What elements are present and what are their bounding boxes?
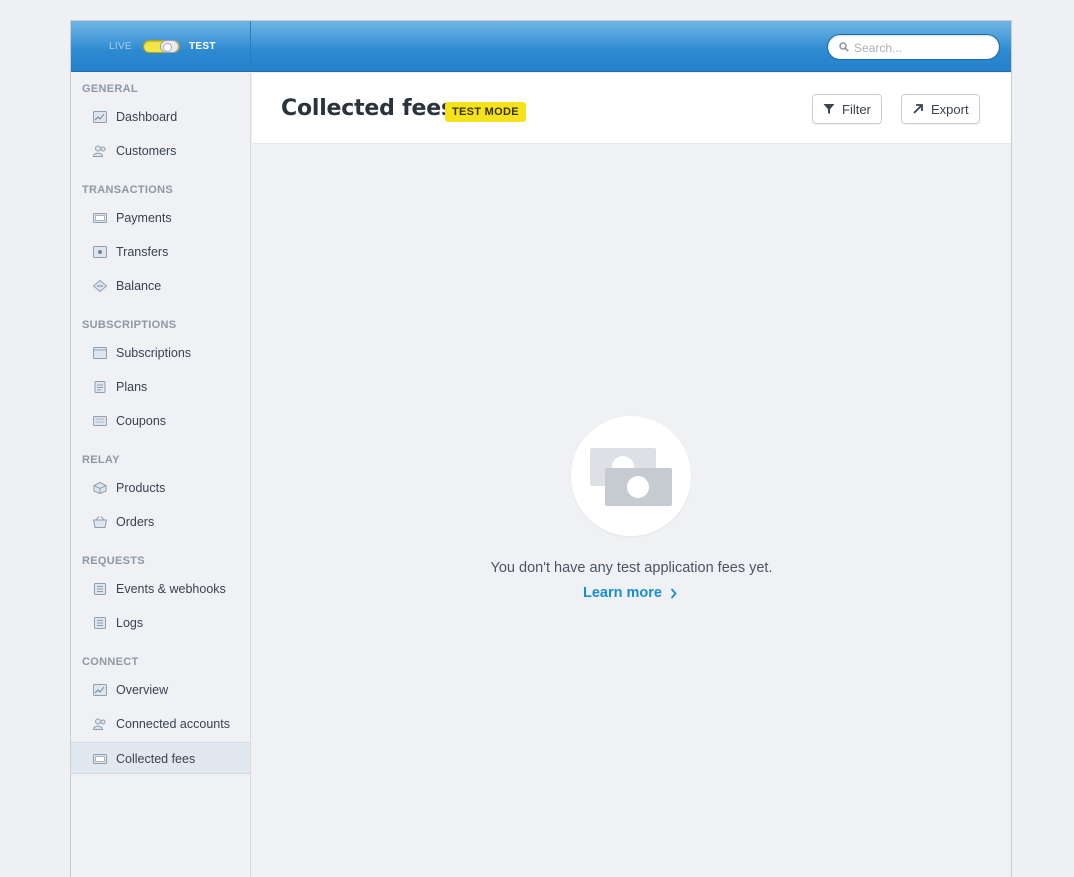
section-title-transactions: TRANSACTIONS	[82, 184, 173, 196]
sidebar-item-label: Logs	[116, 616, 144, 630]
export-label: Export	[931, 101, 969, 117]
sidebar-item-customers[interactable]: Customers	[71, 135, 250, 167]
connected-accounts-icon	[93, 718, 106, 730]
search-box[interactable]	[827, 34, 1000, 60]
section-title-general: GENERAL	[82, 83, 138, 95]
money-bills-icon	[590, 448, 672, 506]
sidebar-item-products[interactable]: Products	[71, 472, 250, 504]
mode-switcher: LIVE TEST	[71, 21, 251, 72]
toggle-knob	[160, 40, 179, 53]
page-title: Collected fees	[281, 96, 454, 121]
live-test-toggle[interactable]	[143, 40, 180, 53]
transfers-icon	[93, 246, 107, 258]
plans-icon	[94, 381, 106, 393]
sidebar-item-label: Events & webhooks	[116, 582, 226, 596]
sidebar-item-events-webhooks[interactable]: Events & webhooks	[71, 573, 250, 605]
sidebar-item-subscriptions[interactable]: Subscriptions	[71, 337, 250, 369]
section-title-subscriptions: SUBSCRIPTIONS	[82, 319, 177, 331]
export-arrow-icon	[913, 104, 923, 114]
sidebar-item-plans[interactable]: Plans	[71, 371, 250, 403]
sidebar-item-dashboard[interactable]: Dashboard	[71, 101, 250, 133]
sidebar-item-transfers[interactable]: Transfers	[71, 236, 250, 268]
export-button[interactable]: Export	[901, 94, 980, 124]
sidebar-item-overview[interactable]: Overview	[71, 674, 250, 706]
top-bar: LIVE TEST	[71, 21, 1011, 72]
search-input[interactable]	[854, 39, 994, 56]
sidebar-item-orders[interactable]: Orders	[71, 506, 250, 538]
products-icon	[93, 482, 107, 494]
sidebar: GENERAL Dashboard Customers TRANSACTIONS Pay…	[71, 73, 251, 877]
sidebar-item-label: Coupons	[116, 414, 167, 428]
empty-state-illustration	[571, 416, 691, 536]
events-icon	[94, 583, 106, 595]
page-header: Collected fees TEST MODE Filter Export	[252, 73, 1011, 144]
search-icon	[839, 42, 849, 52]
sidebar-item-coupons[interactable]: Coupons	[71, 405, 250, 437]
learn-more-label: Learn more	[583, 585, 662, 601]
app-window: LIVE TEST GENERAL Dashboard Customers TRANS…	[70, 20, 1012, 877]
test-mode-badge: TEST MODE	[445, 102, 526, 122]
sidebar-item-label: Customers	[116, 144, 177, 158]
sidebar-item-label: Payments	[116, 211, 172, 225]
learn-more-link[interactable]: Learn more	[583, 585, 677, 601]
empty-state-message: You don't have any test application fees…	[490, 560, 773, 576]
subscriptions-icon	[93, 347, 107, 359]
chevron-right-icon	[670, 587, 677, 599]
test-mode-label[interactable]: TEST	[189, 41, 216, 52]
dashboard-icon	[93, 111, 107, 123]
sidebar-item-label: Transfers	[116, 245, 169, 259]
logs-icon	[94, 617, 106, 629]
overview-icon	[93, 684, 107, 696]
live-mode-label[interactable]: LIVE	[109, 41, 132, 52]
filter-label: Filter	[842, 101, 871, 117]
balance-icon	[93, 280, 107, 292]
sidebar-item-payments[interactable]: Payments	[71, 202, 250, 234]
sidebar-item-label: Balance	[116, 279, 162, 293]
sidebar-item-label: Collected fees	[116, 752, 196, 766]
sidebar-item-label: Plans	[116, 380, 148, 394]
filter-icon	[823, 104, 835, 114]
sidebar-item-label: Overview	[116, 683, 169, 697]
section-title-requests: REQUESTS	[82, 555, 145, 567]
sidebar-item-label: Orders	[116, 515, 155, 529]
collected-fees-icon	[93, 754, 107, 764]
sidebar-item-collected-fees[interactable]: Collected fees	[71, 742, 250, 774]
filter-button[interactable]: Filter	[812, 94, 882, 124]
customers-icon	[93, 145, 106, 157]
payments-icon	[93, 213, 107, 223]
sidebar-item-balance[interactable]: Balance	[71, 270, 250, 302]
sidebar-item-logs[interactable]: Logs	[71, 607, 250, 639]
sidebar-item-label: Connected accounts	[116, 717, 230, 731]
section-title-connect: CONNECT	[82, 656, 139, 668]
sidebar-item-label: Subscriptions	[116, 346, 192, 360]
main-content: Collected fees TEST MODE Filter Export Y…	[252, 73, 1011, 877]
sidebar-item-connected-accounts[interactable]: Connected accounts	[71, 708, 250, 740]
section-title-relay: RELAY	[82, 454, 120, 466]
orders-icon	[93, 516, 107, 528]
coupons-icon	[93, 416, 107, 426]
sidebar-item-label: Products	[116, 481, 166, 495]
sidebar-item-label: Dashboard	[116, 110, 178, 124]
